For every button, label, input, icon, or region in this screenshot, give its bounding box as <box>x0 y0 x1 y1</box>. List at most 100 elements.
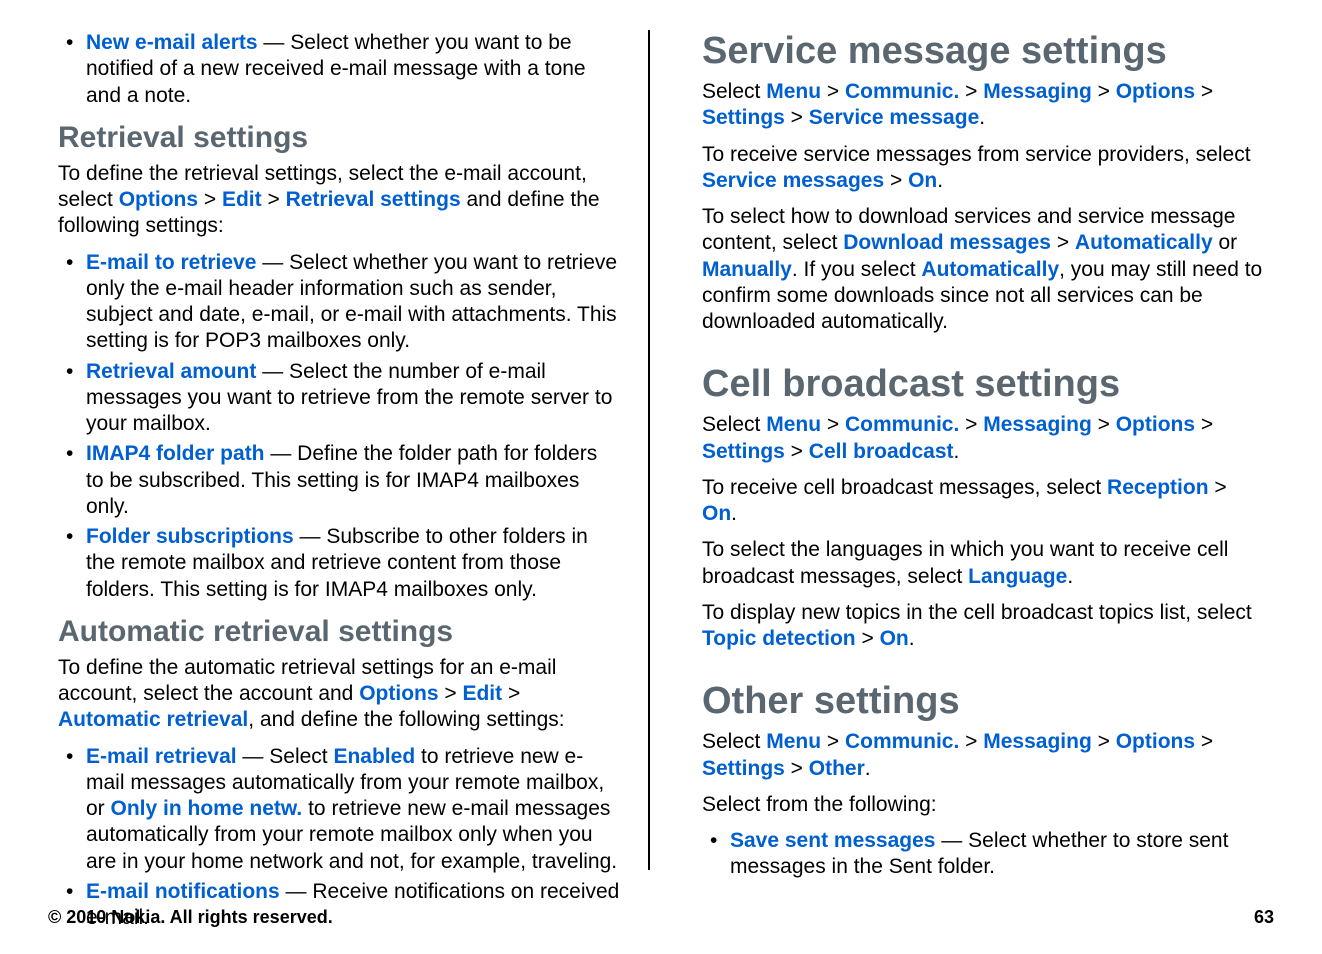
text: Select <box>702 413 766 436</box>
term-save-sent-messages: Save sent messages <box>730 829 935 852</box>
service-p2: To receive service messages from service… <box>702 142 1264 195</box>
link-automatically: Automatically <box>921 258 1059 281</box>
link-reception: Reception <box>1107 476 1209 499</box>
text: Select <box>702 80 766 103</box>
retrieval-intro: To define the retrieval settings, select… <box>58 161 620 240</box>
breadcrumb-separator: > <box>959 730 983 753</box>
page-number: 63 <box>1254 907 1274 928</box>
text: — Select <box>237 745 334 768</box>
breadcrumb-separator: > <box>959 413 983 436</box>
breadcrumb-separator: > <box>502 682 520 705</box>
breadcrumb-separator: > <box>1209 476 1227 499</box>
breadcrumb-separator: > <box>1051 231 1075 254</box>
other-p2: Select from the following: <box>702 792 1264 818</box>
heading-automatic-retrieval: Automatic retrieval settings <box>58 615 620 649</box>
link-communic: Communic. <box>845 413 959 436</box>
breadcrumb-separator: > <box>785 757 809 780</box>
link-messaging: Messaging <box>983 80 1092 103</box>
link-settings: Settings <box>702 757 785 780</box>
link-menu: Menu <box>766 413 821 436</box>
link-options: Options <box>1116 413 1195 436</box>
link-cell-broadcast: Cell broadcast <box>809 440 954 463</box>
page-columns: New e-mail alerts — Select whether you w… <box>48 30 1274 870</box>
page-footer: © 2010 Nokia. All rights reserved. 63 <box>48 907 1274 928</box>
auto-intro: To define the automatic retrieval settin… <box>58 655 620 734</box>
text: Select <box>702 730 766 753</box>
link-retrieval-settings: Retrieval settings <box>286 188 461 211</box>
link-options: Options <box>1116 730 1195 753</box>
breadcrumb-separator: > <box>821 730 845 753</box>
breadcrumb-separator: > <box>1092 80 1116 103</box>
heading-other-settings: Other settings <box>702 680 1264 723</box>
cell-p4: To display new topics in the cell broadc… <box>702 600 1264 653</box>
term-folder-subscriptions: Folder subscriptions <box>86 525 294 548</box>
text: . If you select <box>792 258 922 281</box>
breadcrumb-separator: > <box>785 106 809 129</box>
link-enabled: Enabled <box>333 745 415 768</box>
text: To receive service messages from service… <box>702 143 1251 166</box>
text: To select the languages in which you wan… <box>702 538 1228 587</box>
left-column: New e-mail alerts — Select whether you w… <box>48 30 650 870</box>
term-retrieval-amount: Retrieval amount <box>86 360 256 383</box>
list-item: New e-mail alerts — Select whether you w… <box>58 30 620 109</box>
term-email-to-retrieve: E-mail to retrieve <box>86 251 256 274</box>
text: To display new topics in the cell broadc… <box>702 601 1252 624</box>
breadcrumb-separator: > <box>856 627 880 650</box>
link-options: Options <box>119 188 198 211</box>
link-communic: Communic. <box>845 730 959 753</box>
other-path: Select Menu > Communic. > Messaging > Op… <box>702 729 1264 782</box>
cell-p2: To receive cell broadcast messages, sele… <box>702 475 1264 528</box>
copyright-text: © 2010 Nokia. All rights reserved. <box>48 907 333 928</box>
link-options: Options <box>359 682 438 705</box>
cell-p3: To select the languages in which you wan… <box>702 537 1264 590</box>
link-topic-detection: Topic detection <box>702 627 856 650</box>
auto-list: E-mail retrieval — Select Enabled to ret… <box>58 744 620 932</box>
list-item: E-mail retrieval — Select Enabled to ret… <box>58 744 620 875</box>
alerts-list: New e-mail alerts — Select whether you w… <box>58 30 620 109</box>
list-item: Save sent messages — Select whether to s… <box>702 828 1264 881</box>
breadcrumb-separator: > <box>1195 730 1213 753</box>
breadcrumb-separator: > <box>821 413 845 436</box>
link-language: Language <box>968 565 1067 588</box>
link-on: On <box>908 169 937 192</box>
breadcrumb-separator: > <box>1092 730 1116 753</box>
heading-retrieval-settings: Retrieval settings <box>58 121 620 155</box>
link-settings: Settings <box>702 106 785 129</box>
breadcrumb-separator: > <box>884 169 908 192</box>
link-options: Options <box>1116 80 1195 103</box>
link-automatically: Automatically <box>1075 231 1213 254</box>
link-messaging: Messaging <box>983 413 1092 436</box>
term-email-retrieval: E-mail retrieval <box>86 745 237 768</box>
breadcrumb-separator: > <box>439 682 463 705</box>
link-communic: Communic. <box>845 80 959 103</box>
breadcrumb-separator: > <box>1092 413 1116 436</box>
retrieval-list: E-mail to retrieve — Select whether you … <box>58 250 620 603</box>
link-only-home-netw: Only in home netw. <box>111 797 303 820</box>
link-on: On <box>702 502 731 525</box>
breadcrumb-separator: > <box>198 188 222 211</box>
link-download-messages: Download messages <box>843 231 1051 254</box>
list-item: Retrieval amount — Select the number of … <box>58 359 620 438</box>
service-p3: To select how to download services and s… <box>702 204 1264 335</box>
link-service-message: Service message <box>809 106 979 129</box>
right-column: Service message settings Select Menu > C… <box>674 30 1274 870</box>
link-menu: Menu <box>766 80 821 103</box>
link-automatic-retrieval: Automatic retrieval <box>58 708 248 731</box>
link-edit: Edit <box>222 188 262 211</box>
heading-cell-broadcast-settings: Cell broadcast settings <box>702 363 1264 406</box>
link-settings: Settings <box>702 440 785 463</box>
breadcrumb-separator: > <box>785 440 809 463</box>
text: To receive cell broadcast messages, sele… <box>702 476 1107 499</box>
link-on: On <box>880 627 909 650</box>
text: , and define the following settings: <box>248 708 564 731</box>
link-edit: Edit <box>462 682 502 705</box>
link-manually: Manually <box>702 258 792 281</box>
term-imap4-folder-path: IMAP4 folder path <box>86 442 265 465</box>
heading-service-message-settings: Service message settings <box>702 30 1264 73</box>
service-path: Select Menu > Communic. > Messaging > Op… <box>702 79 1264 132</box>
breadcrumb-separator: > <box>1195 80 1213 103</box>
list-item: Folder subscriptions — Subscribe to othe… <box>58 524 620 603</box>
link-service-messages: Service messages <box>702 169 884 192</box>
breadcrumb-separator: > <box>262 188 286 211</box>
list-item: IMAP4 folder path — Define the folder pa… <box>58 441 620 520</box>
